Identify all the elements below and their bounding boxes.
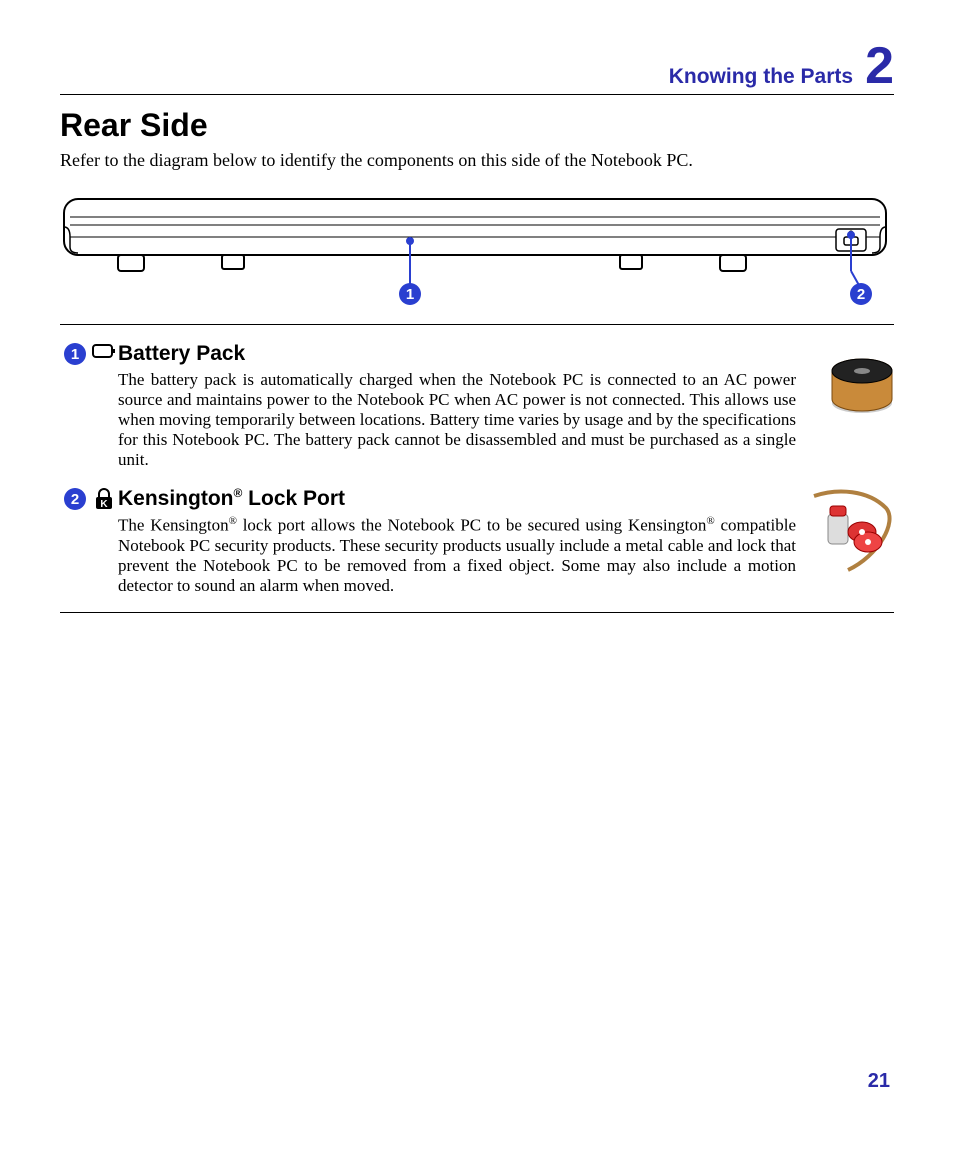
callout-badge-1: 1: [399, 283, 421, 305]
item-heading: Kensington® Lock Port: [118, 486, 796, 511]
battery-icon: [92, 343, 116, 359]
item-heading: Battery Pack: [118, 341, 796, 366]
lock-photo: [808, 486, 894, 581]
item-text: The battery pack is automatically charge…: [118, 370, 796, 470]
laptop-rear-diagram: [60, 191, 890, 311]
item-battery-pack: 1 Battery Pack The battery pack is autom…: [60, 341, 894, 470]
section-intro: Refer to the diagram below to identify t…: [60, 150, 894, 171]
lock-icon: K: [94, 488, 114, 510]
header-title: Knowing the Parts: [669, 65, 853, 89]
item-text: The Kensington® lock port allows the Not…: [118, 515, 796, 596]
callout-badge-2: 2: [850, 283, 872, 305]
item-badge: 2: [64, 488, 86, 510]
svg-text:K: K: [100, 499, 108, 510]
chapter-number: 2: [865, 40, 894, 92]
battery-photo: [808, 341, 894, 426]
diagram: 1 2: [60, 191, 894, 325]
page-number: 21: [868, 1070, 890, 1093]
divider: [60, 612, 894, 613]
item-badge: 1: [64, 343, 86, 365]
page-header: Knowing the Parts 2: [60, 40, 894, 95]
section-title: Rear Side: [60, 107, 894, 144]
item-kensington-lock: 2 K Kensington® Lock Port The Kensington…: [60, 486, 894, 596]
page: Knowing the Parts 2 Rear Side Refer to t…: [0, 0, 954, 1155]
